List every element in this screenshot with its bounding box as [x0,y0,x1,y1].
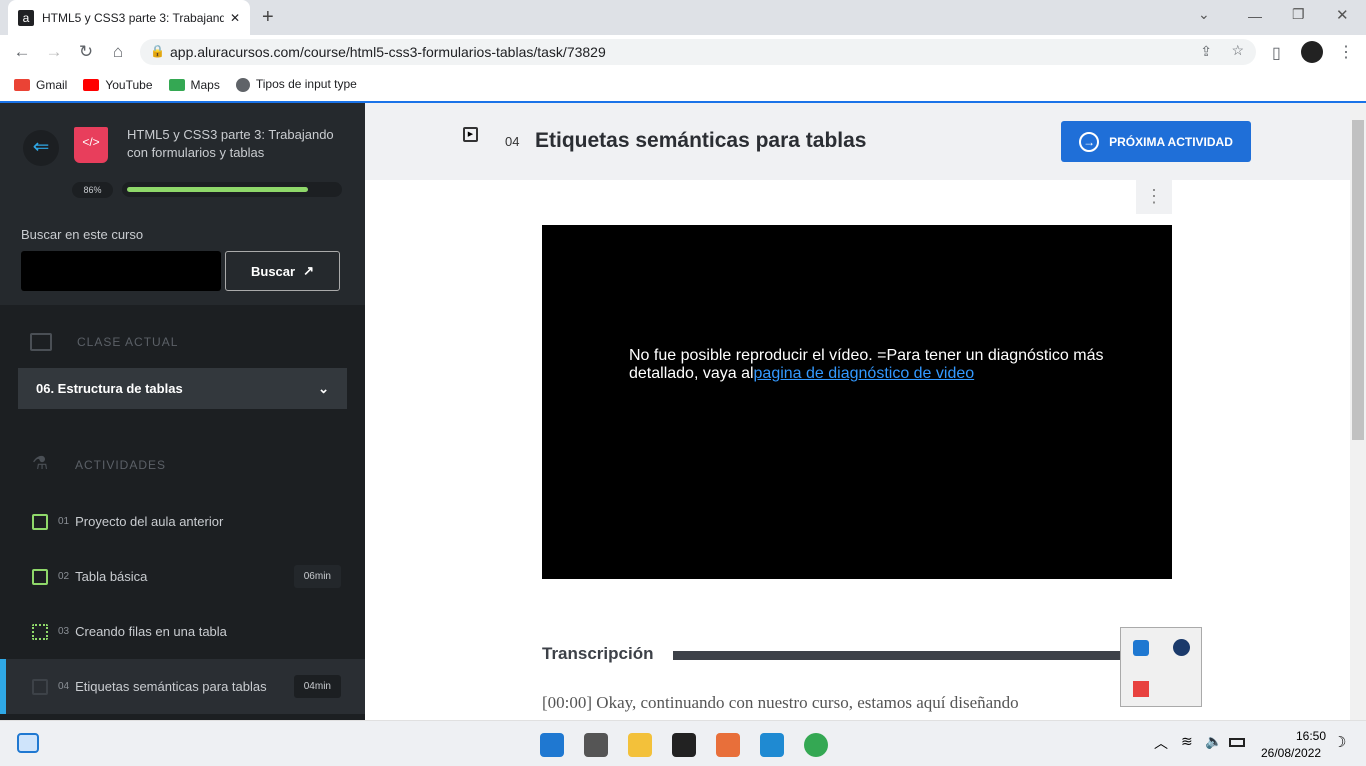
current-class-dropdown[interactable]: 06. Estructura de tablas ⌄ [18,368,347,409]
chevron-down-icon: ⌄ [318,380,329,396]
chrome-icon[interactable] [804,733,828,757]
duration-badge: 06min [293,565,341,588]
progress-fill [127,187,308,192]
course-sidebar: ⇐ </> HTML5 y CSS3 parte 3: Trabajando c… [0,103,365,720]
book-icon [32,513,48,530]
course-logo: </> [74,127,108,163]
address-bar-row: ← → ↻ ⌂ 🔒 app.aluracursos.com/course/htm… [0,35,1366,68]
security-warning-icon[interactable] [1133,640,1149,656]
collapse-sidebar-button[interactable]: ⇐ [23,130,59,166]
camera-app-icon[interactable] [672,733,696,757]
activity-item[interactable]: 01 Proyecto del aula anterior [0,494,365,549]
reload-icon[interactable]: ↻ [74,42,98,62]
arrow-right-icon: → [1079,131,1100,152]
activities-heading: ACTIVIDADES [75,458,167,472]
list-icon [32,623,48,640]
search-button[interactable]: Buscar ↗ [225,251,340,291]
play-icon [32,568,48,585]
course-search-input[interactable] [21,251,221,291]
start-icon[interactable] [540,733,564,757]
chevron-up-icon[interactable]: ︿ [1154,733,1168,753]
clock-date[interactable]: 26/08/2022 [1261,746,1321,760]
bookmark-input-types[interactable]: Tipos de input type [235,77,357,92]
lock-icon: 🔒 [150,44,165,58]
duration-badge: 04min [293,675,341,698]
tab-title: HTML5 y CSS3 parte 3: Trabajando [42,10,224,25]
profile-avatar[interactable] [1301,41,1323,63]
lesson-header: ▶ 04 Etiquetas semánticas para tablas → P… [365,103,1350,180]
task-view-icon[interactable] [584,733,608,757]
app-p-icon[interactable] [1133,681,1149,697]
bookmark-gmail[interactable]: Gmail [14,78,67,92]
close-window-icon[interactable]: ✕ [1336,6,1349,24]
side-panel-icon[interactable]: ▯ [1272,43,1281,63]
video-error-message: No fue posible reproducir el vídeo. =Par… [629,347,1104,382]
file-explorer-icon[interactable] [628,733,652,757]
new-tab-icon[interactable]: + [262,6,274,29]
bookmark-star-icon[interactable]: ☆ [1231,42,1244,59]
url-text: app.aluracursos.com/course/html5-css3-fo… [170,44,606,60]
video-player[interactable]: No fue posible reproducir el vídeo. =Par… [542,225,1172,579]
next-activity-button[interactable]: → PRÓXIMA ACTIVIDAD [1061,121,1251,162]
lesson-number: 04 [505,134,520,149]
tab-bar: a HTML5 y CSS3 parte 3: Trabajando ✕ + ⌄… [0,0,1366,35]
share-icon[interactable]: ⇪ [1200,43,1212,60]
tab-search-icon[interactable]: ⌄ [1198,6,1210,23]
diagnostic-link[interactable]: pagina de diagnóstico de video [754,365,975,382]
battery-icon[interactable] [1229,738,1245,747]
clock-time[interactable]: 16:50 [1296,729,1326,743]
home-icon[interactable]: ⌂ [106,42,130,62]
video-icon: ▶ [463,127,478,142]
system-tray-overflow [1120,627,1202,707]
volume-icon[interactable]: 🔈 [1205,733,1222,750]
scrollbar-thumb[interactable] [1352,120,1364,440]
bookmarks-bar: Gmail YouTube Maps Tipos de input type [0,68,1366,101]
progress-label: 86% [72,182,113,198]
bookmark-maps[interactable]: Maps [168,78,220,92]
progress-bar [122,182,342,197]
activity-item[interactable]: 03 Creando filas en una tabla [0,604,365,659]
play-icon [32,678,48,695]
minimize-icon[interactable]: — [1248,8,1262,24]
taskbar: ︿ ≋ 🔈 16:50 26/08/2022 ☽ [0,720,1366,766]
vscode-icon[interactable] [760,733,784,757]
external-link-icon: ↗ [303,263,314,278]
menu-icon[interactable]: ⋮ [1338,42,1354,62]
git-icon[interactable] [716,733,740,757]
activity-item[interactable]: 02 Tabla básica 06min [0,549,365,604]
sidebar-header: ⇐ </> HTML5 y CSS3 parte 3: Trabajando c… [0,103,365,305]
transcript-divider [673,651,1123,660]
close-tab-icon[interactable]: ✕ [230,11,240,25]
alura-favicon: a [18,9,34,26]
restore-icon[interactable]: ❐ [1292,6,1305,23]
browser-tab[interactable]: a HTML5 y CSS3 parte 3: Trabajando ✕ [8,0,250,35]
steam-icon[interactable] [1173,639,1190,656]
bookmark-youtube[interactable]: YouTube [83,78,153,92]
current-class-heading: CLASE ACTUAL [77,335,179,349]
lesson-title: Etiquetas semánticas para tablas [535,129,867,152]
search-label: Buscar en este curso [21,227,144,242]
widgets-icon[interactable] [17,733,39,753]
back-icon[interactable]: ← [10,42,34,62]
transcript-text: [00:00] Okay, continuando con nuestro cu… [542,693,1019,712]
wifi-icon[interactable]: ≋ [1181,733,1193,750]
transcript-heading: Transcripción [542,644,654,663]
course-title: HTML5 y CSS3 parte 3: Trabajando con for… [127,127,334,160]
forward-icon[interactable]: → [42,42,66,62]
more-options-icon[interactable]: ⋮ [1136,180,1172,214]
activity-item-active[interactable]: 04 Etiquetas semánticas para tablas 04min [0,659,365,714]
activities-list: 01 Proyecto del aula anterior 02 Tabla bás… [0,494,365,714]
url-input[interactable]: 🔒 app.aluracursos.com/course/html5-css3-… [140,39,1256,65]
flask-icon: ⚗ [32,453,49,473]
main-content: ▶ 04 Etiquetas semánticas para tablas → P… [365,103,1350,720]
current-class-icon [30,333,52,351]
moon-icon[interactable]: ☽ [1333,733,1346,751]
